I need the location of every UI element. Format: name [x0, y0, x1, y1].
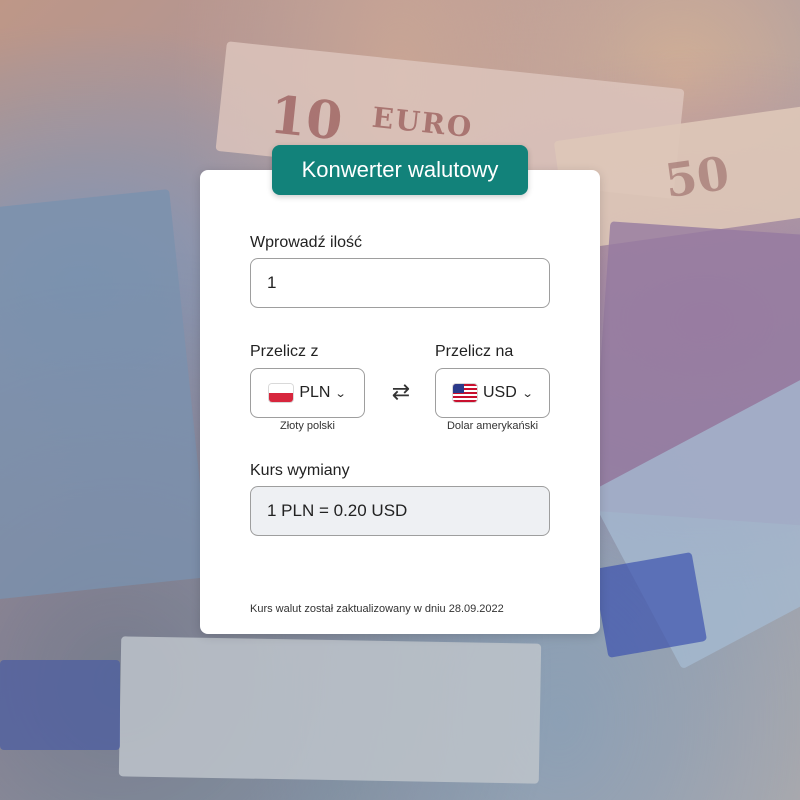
to-currency-label: Przelicz na — [435, 343, 514, 360]
from-currency-name: Złoty polski — [279, 420, 336, 432]
chevron-down-icon: ⌄ — [521, 387, 534, 400]
rate-update-note: Kurs walut został zaktualizowany w dniu … — [250, 603, 504, 615]
from-currency-label: Przelicz z — [250, 343, 319, 360]
to-currency-select[interactable]: USD ⌄ — [435, 368, 550, 418]
exchange-rate-display: 1 PLN = 0.20 USD — [250, 486, 550, 536]
amount-label: Wprowadź ilość — [250, 234, 363, 251]
swap-arrows-icon[interactable]: ⇄ — [388, 379, 414, 405]
from-currency-select[interactable]: PLN ⌄ — [250, 368, 365, 418]
app-title: Konwerter walutowy — [272, 145, 528, 195]
from-currency-code: PLN — [299, 384, 331, 401]
poland-flag-icon — [269, 384, 294, 402]
exchange-rate-label: Kurs wymiany — [250, 462, 350, 479]
chevron-down-icon: ⌄ — [335, 387, 348, 400]
exchange-rate-value: 1 PLN = 0.20 USD — [267, 501, 408, 520]
usa-flag-icon — [453, 384, 477, 402]
amount-input[interactable] — [250, 258, 550, 308]
to-currency-code: USD — [483, 384, 517, 401]
to-currency-name: Dolar amerykański — [446, 420, 539, 432]
